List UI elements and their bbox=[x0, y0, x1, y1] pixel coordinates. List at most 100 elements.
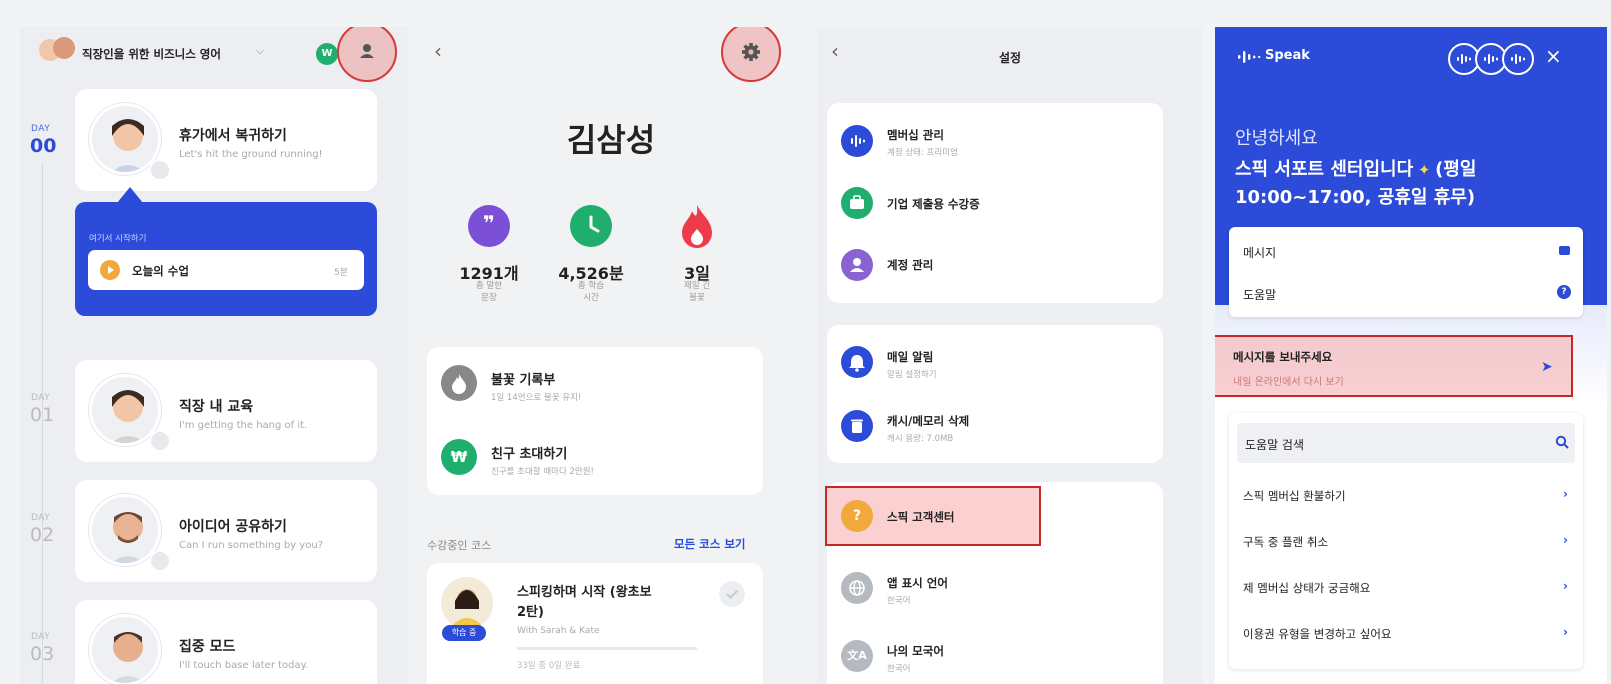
headline-line2: 10:00~17:00, 공휴일 휴무) bbox=[1235, 187, 1476, 208]
lesson-card[interactable]: 휴가에서 복귀하기 Let's hit the ground running! bbox=[75, 89, 377, 191]
lesson-subtitle: Can I run something by you? bbox=[179, 540, 323, 551]
check-icon[interactable] bbox=[719, 581, 745, 607]
bell-icon bbox=[841, 346, 873, 378]
settings-title: 설정 bbox=[998, 51, 1022, 65]
close-icon[interactable]: × bbox=[1545, 44, 1562, 68]
lesson-avatar bbox=[89, 614, 161, 684]
contact-card: 메시지 도움말 ? bbox=[1229, 227, 1583, 317]
setting-title: 매일 알림 bbox=[887, 350, 934, 364]
course-title[interactable]: 직장인을 위한 비즈니스 영어 bbox=[82, 46, 221, 62]
won-icon: ₩ bbox=[441, 439, 477, 475]
menu-subtitle: 1일 14언으로 불꽃 유지! bbox=[491, 393, 582, 403]
settings-group-account: 멤버십 관리 계정 상태: 프리미엄 기업 제출용 수강증 계정 관리 bbox=[827, 103, 1163, 303]
lesson-card[interactable]: 직장 내 교육 I'm getting the hang of it. bbox=[75, 360, 377, 462]
settings-screen: ‹ 설정 멤버십 관리 계정 상태: 프리미엄 기업 제출용 수강증 계정 관리 bbox=[817, 27, 1203, 684]
display-language-item[interactable]: 앱 표시 언어 한국어 bbox=[827, 560, 1163, 622]
send-message-button[interactable]: 메시지를 보내주세요 내일 온라인에서 다시 보기 ➤ bbox=[1215, 335, 1573, 397]
check-icon bbox=[149, 430, 171, 452]
day-number: 03 bbox=[30, 643, 55, 665]
stat-label: 총 말한 문장 bbox=[475, 281, 503, 303]
help-circle-icon: ? bbox=[841, 500, 873, 532]
course-progress-text: 33일 중 0일 완료 bbox=[517, 661, 581, 671]
help-article-title: 구독 중 플랜 취소 bbox=[1243, 535, 1329, 549]
send-icon: ➤ bbox=[1541, 359, 1553, 375]
daily-reminder-item[interactable]: 매일 알림 알림 설정하기 bbox=[827, 331, 1163, 393]
messages-item[interactable]: 메시지 bbox=[1229, 231, 1583, 271]
profile-button[interactable] bbox=[337, 27, 397, 82]
native-language-item[interactable]: 文A 나의 모국어 한국어 bbox=[827, 628, 1163, 684]
lesson-card[interactable]: 집중 모드 I'll touch base later today. bbox=[75, 600, 377, 684]
lesson-subtitle: I'll touch base later today. bbox=[179, 660, 309, 671]
help-item[interactable]: 도움말 ? bbox=[1229, 273, 1583, 313]
currency-badge[interactable]: W bbox=[316, 43, 338, 65]
day-label: DAY bbox=[31, 393, 51, 403]
chevron-down-icon[interactable]: ⌵ bbox=[256, 44, 264, 58]
help-article-item[interactable]: 이용권 유형을 변경하고 싶어요 › bbox=[1229, 613, 1583, 657]
lesson-title: 아이디어 공유하기 bbox=[179, 519, 287, 535]
setting-subtitle: 알림 설정하기 bbox=[887, 370, 937, 380]
day-number: 02 bbox=[30, 524, 55, 546]
help-article-item[interactable]: 스픽 멤버십 환불하기 › bbox=[1229, 475, 1583, 519]
search-icon bbox=[1555, 435, 1569, 449]
chevron-right-icon: › bbox=[1563, 487, 1568, 501]
courses-label: 수강중인 코스 bbox=[427, 539, 492, 552]
speak-logo-icon bbox=[841, 125, 873, 157]
today-lesson-button[interactable]: 오늘의 수업 5분 bbox=[88, 250, 364, 290]
help-circle-icon: ? bbox=[1557, 285, 1571, 299]
help-article-title: 제 멤버십 상태가 궁금해요 bbox=[1243, 581, 1371, 595]
setting-subtitle: 캐시 용량: 7.0MB bbox=[887, 434, 954, 444]
clear-cache-item[interactable]: 캐시/메모리 삭제 캐시 용량: 7.0MB bbox=[827, 395, 1163, 457]
lesson-subtitle: Let's hit the ground running! bbox=[179, 149, 323, 160]
chevron-right-icon: › bbox=[1563, 533, 1568, 547]
setting-title: 계정 관리 bbox=[887, 258, 934, 272]
help-article-item[interactable]: 구독 중 플랜 취소 › bbox=[1229, 521, 1583, 565]
clock-icon bbox=[570, 205, 612, 247]
agent-avatar bbox=[1502, 43, 1534, 75]
setting-title: 앱 표시 언어 bbox=[887, 576, 948, 590]
briefcase-icon bbox=[841, 187, 873, 219]
customer-center-item[interactable]: ? 스픽 고객센터 bbox=[825, 486, 1041, 546]
day-number: 01 bbox=[30, 404, 55, 426]
settings-button[interactable] bbox=[721, 27, 781, 82]
setting-subtitle: 한국어 bbox=[887, 596, 911, 606]
trash-icon bbox=[841, 410, 873, 442]
profile-menu-card: 불꽃 기록부 1일 14언으로 불꽃 유지! ₩ 친구 초대하기 친구를 초대할… bbox=[427, 347, 763, 495]
support-center-screen: Speak × 안녕하세요 스픽 서포트 센터입니다 ✦ (평일 10:00~17:… bbox=[1215, 27, 1607, 684]
all-courses-link[interactable]: 모든 코스 보기 bbox=[674, 536, 746, 552]
menu-label: 메시지 bbox=[1243, 246, 1277, 260]
fairy-icon: ✦ bbox=[1417, 161, 1431, 179]
translate-icon: 文A bbox=[841, 640, 873, 672]
message-icon bbox=[1559, 246, 1570, 255]
course-avatar bbox=[441, 577, 493, 629]
menu-title: 친구 초대하기 bbox=[491, 447, 568, 462]
play-icon bbox=[100, 260, 120, 280]
membership-item[interactable]: 멤버십 관리 계정 상태: 프리미엄 bbox=[827, 111, 1163, 171]
help-search-label: 도움말 검색 bbox=[1245, 438, 1305, 452]
course-progress-bar bbox=[517, 647, 697, 650]
invite-friends-item[interactable]: ₩ 친구 초대하기 친구를 초대할 때마다 2만원! bbox=[427, 421, 763, 493]
help-article-item[interactable]: 제 멤버십 상태가 궁금해요 › bbox=[1229, 567, 1583, 611]
menu-label: 도움말 bbox=[1243, 288, 1277, 302]
setting-title: 멤버십 관리 bbox=[887, 128, 944, 142]
setting-title: 스픽 고객센터 bbox=[887, 510, 955, 524]
lesson-card[interactable]: 아이디어 공유하기 Can I run something by you? bbox=[75, 480, 377, 582]
course-path-screen: 직장인을 위한 비즈니스 영어 ⌵ W DAY 00 DAY 01 DAY 02… bbox=[20, 27, 408, 684]
greeting: 안녕하세요 bbox=[1235, 128, 1318, 149]
speech-bubble-icon: ❞ bbox=[468, 205, 510, 247]
course-card[interactable]: 학습 중 스피킹하며 시작 (왕초보 2탄) With Sarah & Kate… bbox=[427, 563, 763, 684]
start-here-popup: 여기서 시작하기 오늘의 수업 5분 bbox=[75, 202, 377, 316]
lesson-title: 집중 모드 bbox=[179, 639, 236, 655]
settings-group-support: ? 스픽 고객센터 앱 표시 언어 한국어 文A 나의 모국어 한국어 bbox=[825, 482, 1163, 684]
popup-arrow bbox=[117, 187, 143, 203]
account-item[interactable]: 계정 관리 bbox=[827, 235, 1163, 295]
day-label: DAY bbox=[31, 124, 51, 134]
help-search-input[interactable]: 도움말 검색 bbox=[1237, 423, 1575, 463]
help-search-card: 도움말 검색 스픽 멤버십 환불하기 › 구독 중 플랜 취소 › 제 멤버십 … bbox=[1229, 413, 1583, 669]
certificate-item[interactable]: 기업 제출용 수강증 bbox=[827, 175, 1163, 231]
back-icon[interactable]: ‹ bbox=[434, 39, 442, 63]
day-label: DAY bbox=[31, 513, 51, 523]
lesson-subtitle: I'm getting the hang of it. bbox=[179, 420, 308, 431]
flame-log-item[interactable]: 불꽃 기록부 1일 14언으로 불꽃 유지! bbox=[427, 347, 763, 419]
lesson-duration: 5분 bbox=[334, 268, 349, 278]
profile-screen: ‹ 김삼성 ❞ 1291개 총 말한 문장 4,526분 총 학습 시간 3일 … bbox=[418, 27, 804, 684]
